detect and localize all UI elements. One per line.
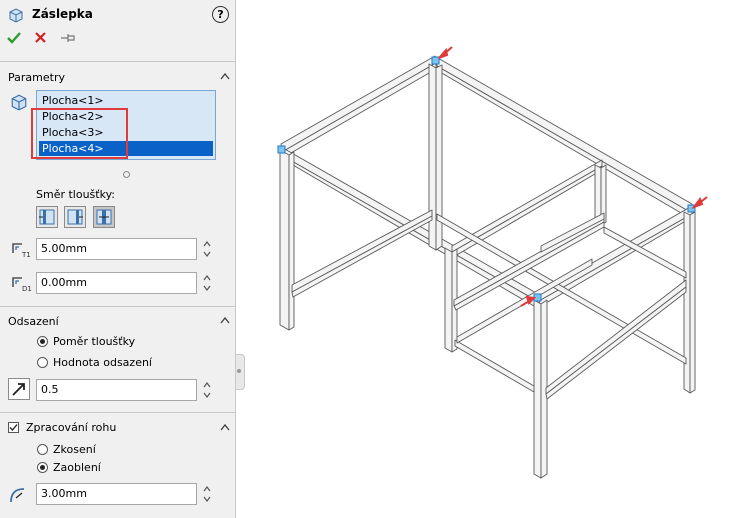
radius-icon — [10, 488, 25, 503]
depth-field[interactable]: 0.00mm — [36, 272, 197, 294]
spin-buttons[interactable] — [203, 485, 211, 503]
section-parameters-title: Parametry — [8, 71, 65, 84]
fillet-radius-field[interactable]: 3.00mm — [36, 483, 197, 505]
thickness-icon: T1 — [12, 243, 31, 259]
frame-model — [279, 55, 696, 479]
radio-fillet[interactable] — [37, 462, 48, 473]
chevron-up-icon[interactable] — [220, 72, 230, 80]
depth-icon: D1 — [12, 277, 32, 293]
radio-label: Hodnota odsazení — [53, 356, 152, 369]
radio-chamfer[interactable] — [37, 444, 48, 455]
spin-buttons[interactable] — [203, 274, 211, 292]
spin-buttons[interactable] — [203, 240, 211, 258]
highlight-rectangle — [31, 108, 128, 159]
resize-handle[interactable] — [123, 171, 130, 178]
model-viewport[interactable] — [245, 0, 750, 518]
feature-title: Záslepka — [32, 7, 93, 21]
help-icon[interactable]: ? — [212, 6, 229, 23]
section-offset-title: Odsazení — [8, 315, 59, 328]
section-corner-title: Zpracování rohu — [26, 421, 117, 434]
separator — [0, 61, 235, 62]
radio-offset-value[interactable] — [37, 357, 48, 368]
offset-arrow-icon[interactable] — [8, 378, 30, 400]
offset-value-field[interactable]: 0.5 — [36, 379, 197, 401]
property-manager: Záslepka ? Parametry Plocha<1> Plocha<2>… — [0, 0, 236, 518]
panel-collapse-handle[interactable] — [236, 354, 245, 390]
face-cap[interactable] — [277, 145, 286, 154]
corner-treatment-checkbox[interactable] — [8, 422, 19, 433]
list-item[interactable]: Plocha<1> — [39, 93, 213, 108]
svg-text:T1: T1 — [21, 251, 31, 259]
thickness-direction-label: Směr tloušťky: — [36, 188, 115, 201]
radio-label: Zkosení — [53, 443, 96, 456]
spin-buttons[interactable] — [203, 381, 211, 399]
box-icon — [11, 94, 27, 111]
chevron-up-icon[interactable] — [220, 423, 230, 431]
svg-text:D1: D1 — [22, 285, 32, 293]
box-icon — [9, 8, 23, 23]
thickness-outside-icon[interactable] — [36, 206, 58, 228]
pushpin-icon[interactable] — [60, 33, 76, 43]
radio-label: Zaoblení — [53, 461, 101, 474]
thickness-inside-icon[interactable] — [64, 206, 86, 228]
chevron-up-icon[interactable] — [220, 316, 230, 324]
radio-label: Poměr tloušťky — [53, 335, 136, 348]
cross-icon[interactable] — [34, 31, 47, 44]
radio-thickness-ratio[interactable] — [37, 336, 48, 347]
separator — [0, 412, 235, 413]
thickness-field[interactable]: 5.00mm — [36, 238, 197, 260]
checkmark-icon[interactable] — [7, 32, 21, 44]
arrow-icon — [438, 47, 449, 59]
thickness-both-icon[interactable] — [93, 206, 115, 228]
face-cap[interactable] — [431, 56, 440, 65]
separator — [0, 306, 235, 307]
arrow-icon — [691, 196, 704, 210]
